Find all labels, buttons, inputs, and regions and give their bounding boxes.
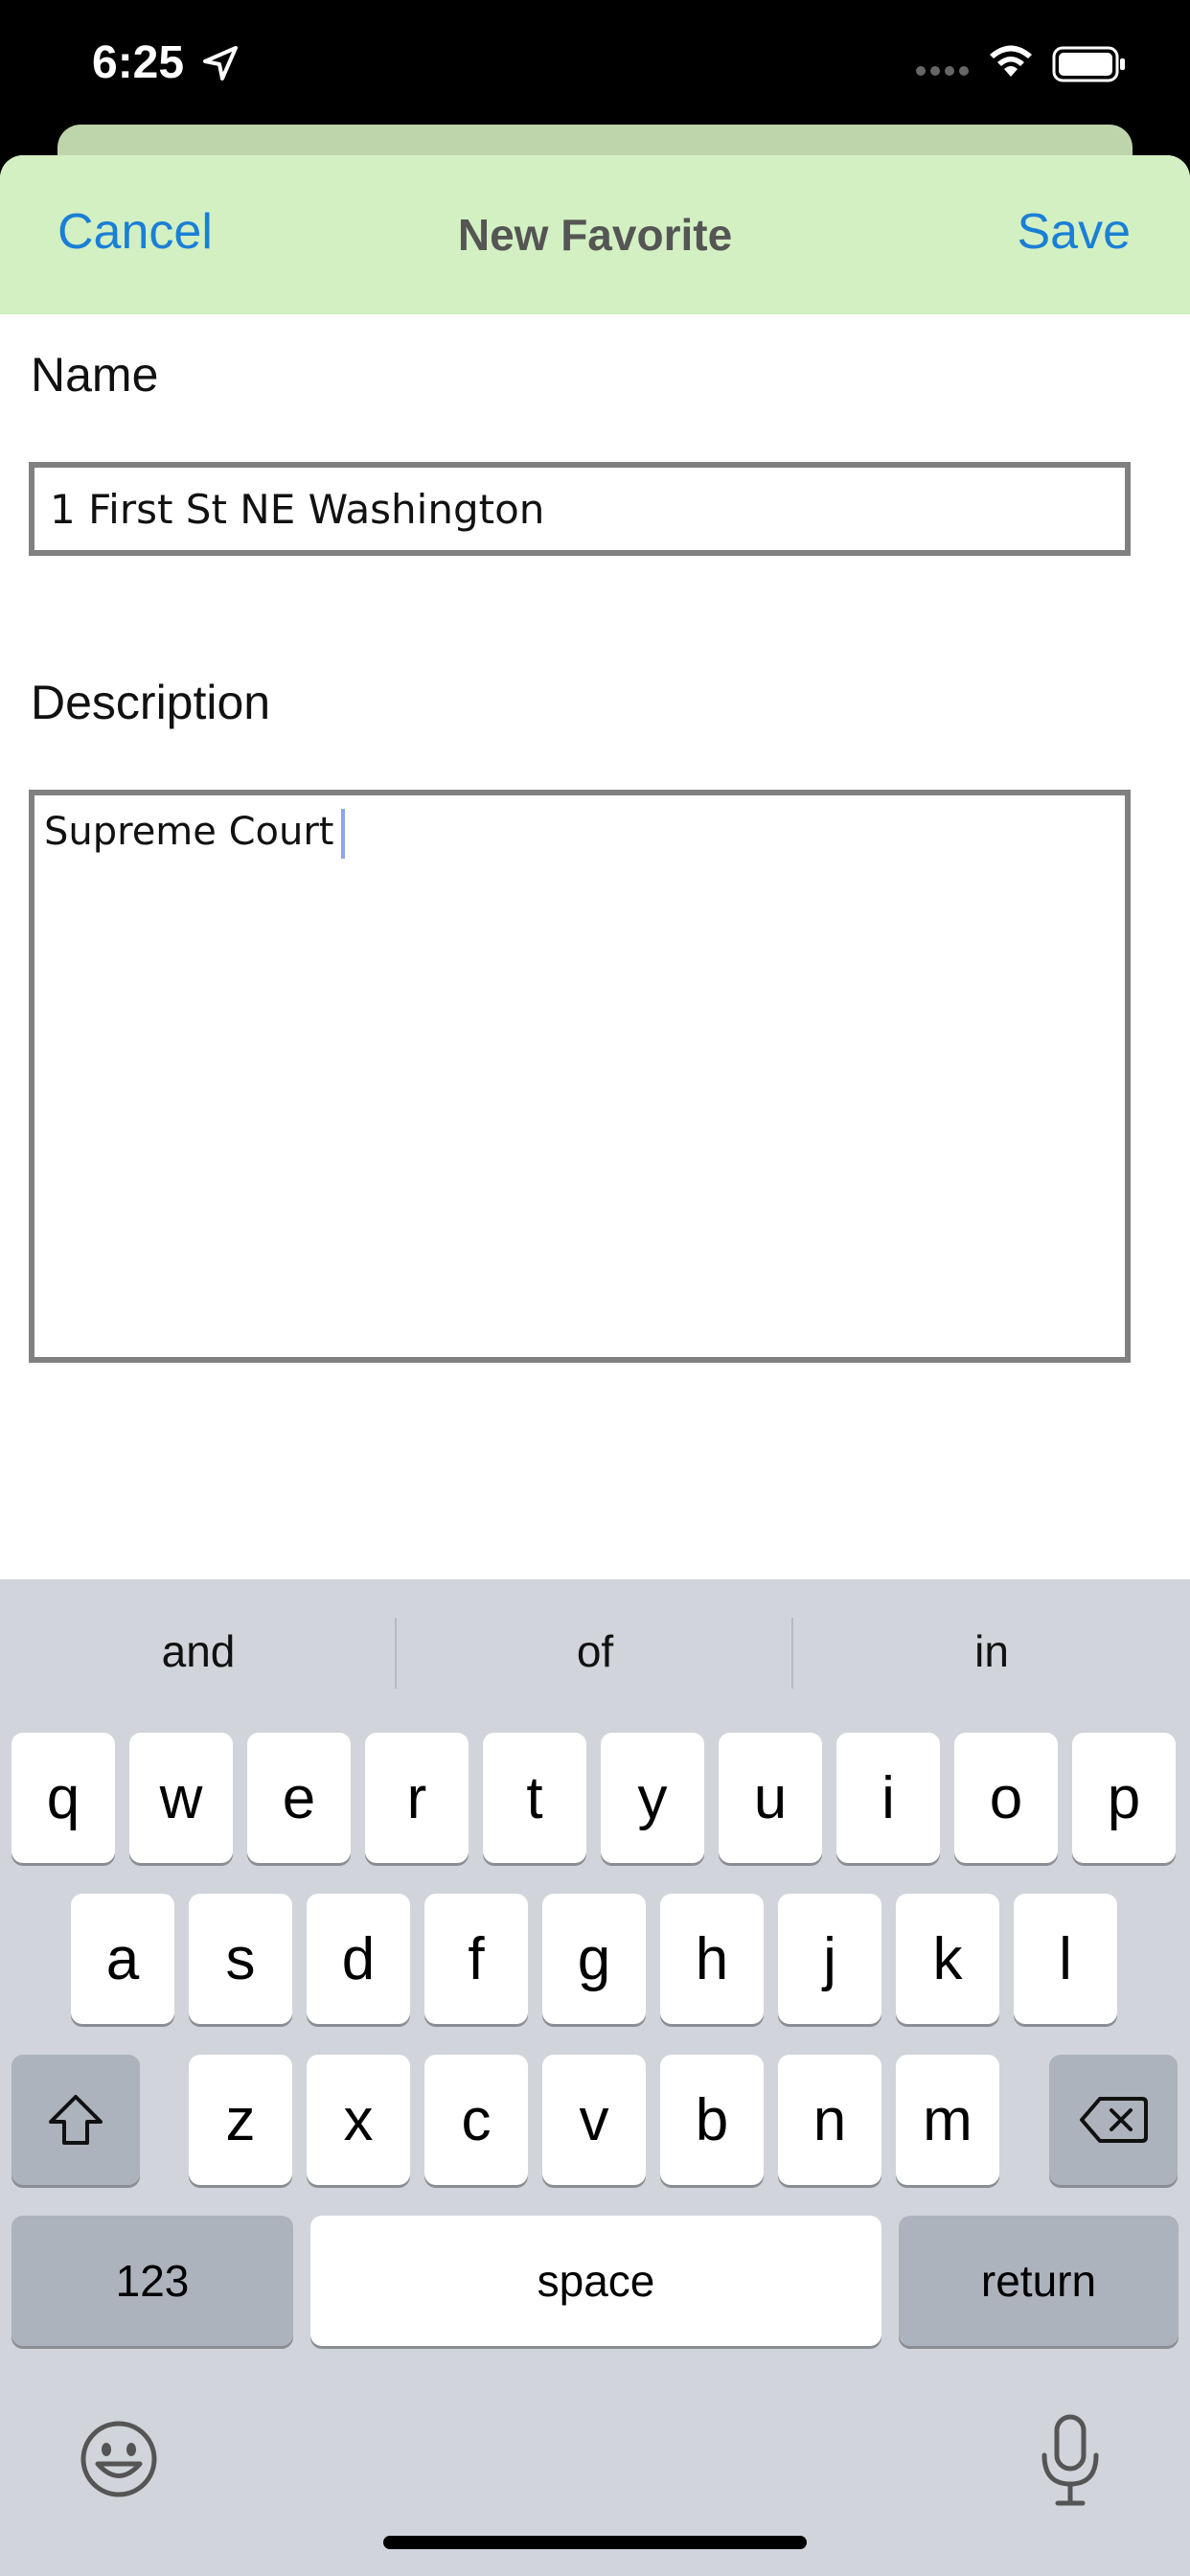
key-w[interactable]: w: [129, 1733, 233, 1863]
suggestion-and[interactable]: and: [0, 1579, 397, 1723]
key-d[interactable]: d: [307, 1894, 410, 2024]
microphone-icon[interactable]: [1037, 2413, 1104, 2509]
key-k[interactable]: k: [896, 1894, 999, 2024]
suggestion-bar: and of in: [0, 1579, 1190, 1723]
key-a[interactable]: a: [71, 1894, 174, 2024]
emoji-icon[interactable]: [79, 2419, 159, 2499]
key-o[interactable]: o: [954, 1733, 1058, 1863]
shift-key[interactable]: [11, 2055, 140, 2185]
key-n[interactable]: n: [778, 2055, 881, 2185]
key-u[interactable]: u: [719, 1733, 822, 1863]
key-b[interactable]: b: [660, 2055, 764, 2185]
key-r[interactable]: r: [365, 1733, 469, 1863]
key-v[interactable]: v: [542, 2055, 646, 2185]
name-input[interactable]: [29, 462, 1131, 556]
save-button[interactable]: Save: [1017, 203, 1131, 261]
key-p[interactable]: p: [1072, 1733, 1176, 1863]
numbers-key[interactable]: 123: [11, 2216, 293, 2346]
key-j[interactable]: j: [778, 1894, 881, 2024]
space-key[interactable]: space: [310, 2216, 881, 2346]
suggestion-of[interactable]: of: [397, 1579, 793, 1723]
key-f[interactable]: f: [424, 1894, 528, 2024]
cellular-dots-icon: [916, 66, 969, 76]
name-label: Name: [31, 348, 159, 402]
backspace-key[interactable]: [1049, 2055, 1178, 2185]
wifi-icon: [990, 45, 1032, 77]
key-s[interactable]: s: [189, 1894, 292, 2024]
key-z[interactable]: z: [189, 2055, 292, 2185]
navigation-bar: Cancel New Favorite Save: [0, 155, 1190, 314]
text-cursor: [341, 809, 346, 859]
shift-icon: [49, 2095, 103, 2145]
battery-icon: [1052, 46, 1125, 82]
key-t[interactable]: t: [483, 1733, 586, 1863]
suggestion-in[interactable]: in: [793, 1579, 1190, 1723]
description-textarea[interactable]: Supreme Court: [29, 790, 1131, 1363]
key-h[interactable]: h: [660, 1894, 764, 2024]
location-arrow-icon: [203, 46, 238, 80]
keyboard: and of in q w e r t y u i o p a s d f g …: [0, 1579, 1190, 2576]
key-x[interactable]: x: [307, 2055, 410, 2185]
backspace-icon: [1080, 2097, 1148, 2143]
key-m[interactable]: m: [896, 2055, 999, 2185]
status-time: 6:25: [92, 37, 185, 88]
key-y[interactable]: y: [601, 1733, 704, 1863]
status-bar: 6:25: [0, 0, 1190, 134]
key-g[interactable]: g: [542, 1894, 646, 2024]
description-label: Description: [31, 676, 271, 729]
page-title: New Favorite: [457, 210, 733, 260]
home-indicator: [383, 2536, 807, 2549]
key-c[interactable]: c: [424, 2055, 528, 2185]
return-key[interactable]: return: [899, 2216, 1179, 2346]
description-text: Supreme Court: [44, 810, 334, 854]
key-q[interactable]: q: [11, 1733, 115, 1863]
key-i[interactable]: i: [836, 1733, 940, 1863]
key-l[interactable]: l: [1014, 1894, 1117, 2024]
key-e[interactable]: e: [247, 1733, 351, 1863]
